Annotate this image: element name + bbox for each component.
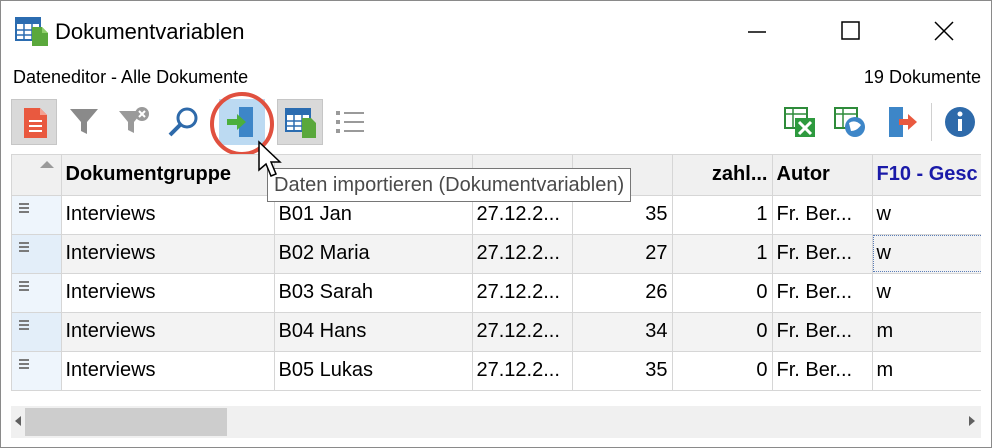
info-button[interactable] xyxy=(937,99,983,145)
table-cell[interactable]: 1 xyxy=(672,234,773,274)
document-count-label: 19 Dokumente xyxy=(863,67,981,87)
row-handle-icon xyxy=(19,241,29,254)
import-tooltip: Daten importieren (Dokumentvariablen) xyxy=(267,168,632,202)
filter-button[interactable] xyxy=(61,99,107,145)
table-cell[interactable]: Fr. Ber... xyxy=(772,351,873,391)
table-cell[interactable]: 34 xyxy=(572,312,673,352)
table-cell[interactable]: 27 xyxy=(572,234,673,274)
row-handle[interactable] xyxy=(12,195,62,235)
document-variables-table-button[interactable] xyxy=(277,99,323,145)
table-cell[interactable]: Fr. Ber... xyxy=(772,195,873,235)
document-list-icon xyxy=(24,108,47,138)
info-bar: Dateneditor - Alle Dokumente 19 Dokument… xyxy=(1,63,991,91)
table-row[interactable]: Interviews B03 Sarah 27.12.2... 26 0 Fr.… xyxy=(12,273,981,313)
info-icon xyxy=(945,107,975,137)
table-cell[interactable]: m xyxy=(872,312,981,352)
column-header[interactable]: Dokumentgruppe xyxy=(61,155,275,196)
table-cell[interactable]: Interviews xyxy=(61,195,275,235)
list-icon xyxy=(336,111,364,133)
title-bar: Dokumentvariablen xyxy=(1,1,991,61)
maximize-button[interactable] xyxy=(819,1,883,61)
row-selector-header[interactable] xyxy=(12,155,62,196)
row-handle-icon xyxy=(19,358,29,371)
row-handle[interactable] xyxy=(12,234,62,274)
table-cell[interactable]: Interviews xyxy=(61,312,275,352)
table-cell[interactable]: 1 xyxy=(672,195,773,235)
web-export-icon xyxy=(834,107,865,137)
table-cell[interactable]: Fr. Ber... xyxy=(772,234,873,274)
table-cell[interactable]: B05 Lukas xyxy=(274,351,473,391)
row-handle[interactable] xyxy=(12,351,62,391)
excel-export-icon xyxy=(784,107,815,137)
table-cell[interactable]: w xyxy=(872,195,981,235)
table-variables-icon xyxy=(285,108,316,138)
mouse-pointer-icon xyxy=(257,140,287,180)
scrollbar-thumb[interactable] xyxy=(25,408,227,436)
table-cell[interactable]: 27.12.2... xyxy=(472,351,573,391)
toolbar-separator xyxy=(931,103,932,141)
table-cell[interactable]: B02 Maria xyxy=(274,234,473,274)
table-cell[interactable]: Fr. Ber... xyxy=(772,273,873,313)
clear-filter-button[interactable] xyxy=(111,99,157,145)
table-cell[interactable]: Interviews xyxy=(61,273,275,313)
row-handle[interactable] xyxy=(12,273,62,313)
table-cell[interactable]: 0 xyxy=(672,312,773,352)
web-export-button[interactable] xyxy=(827,99,873,145)
table-cell[interactable]: w xyxy=(872,234,981,274)
table-cell[interactable]: 0 xyxy=(672,273,773,313)
document-list-button[interactable] xyxy=(11,99,57,145)
table-row[interactable]: Interviews B05 Lukas 27.12.2... 35 0 Fr.… xyxy=(12,351,981,391)
table-cell[interactable]: 27.12.2... xyxy=(472,312,573,352)
table-cell[interactable]: B03 Sarah xyxy=(274,273,473,313)
toolbar xyxy=(1,93,991,151)
table-cell[interactable]: 0 xyxy=(672,351,773,391)
table-cell[interactable]: 35 xyxy=(572,351,673,391)
filter-icon xyxy=(70,109,98,134)
row-handle-icon xyxy=(19,280,29,293)
minimize-button[interactable] xyxy=(726,1,790,61)
editor-scope-label: Dateneditor - Alle Dokumente xyxy=(13,67,249,87)
row-handle-icon xyxy=(19,202,29,215)
table-cell[interactable]: B04 Hans xyxy=(274,312,473,352)
column-header[interactable]: zahl... xyxy=(672,155,773,196)
list-view-button[interactable] xyxy=(327,99,373,145)
table-row[interactable]: Interviews B02 Maria 27.12.2... 27 1 Fr.… xyxy=(12,234,981,274)
scroll-left-icon[interactable] xyxy=(15,416,21,426)
search-icon xyxy=(168,107,198,137)
column-header[interactable]: Autor xyxy=(772,155,873,196)
clear-filter-icon xyxy=(119,107,149,133)
search-button[interactable] xyxy=(161,99,207,145)
row-handle[interactable] xyxy=(12,312,62,352)
table-cell[interactable]: 27.12.2... xyxy=(472,234,573,274)
sort-ascending-icon xyxy=(40,161,54,168)
close-button[interactable] xyxy=(912,1,976,61)
row-handle-icon xyxy=(19,319,29,332)
table-cell[interactable]: 27.12.2... xyxy=(472,273,573,313)
window-title: Dokumentvariablen xyxy=(55,19,245,44)
export-button[interactable] xyxy=(879,99,925,145)
table-cell[interactable]: 26 xyxy=(572,273,673,313)
table-cell[interactable]: Fr. Ber... xyxy=(772,312,873,352)
export-icon xyxy=(889,107,917,137)
column-header[interactable]: F10 - Gesc xyxy=(872,155,981,196)
table-cell[interactable]: Interviews xyxy=(61,351,275,391)
dokumentvariablen-window: Dokumentvariablen Dateneditor - Alle Dok… xyxy=(0,0,992,448)
table-cell[interactable]: m xyxy=(872,351,981,391)
table-cell[interactable]: Interviews xyxy=(61,234,275,274)
excel-export-button[interactable] xyxy=(777,99,823,145)
minimize-icon xyxy=(748,31,766,33)
scroll-right-icon[interactable] xyxy=(969,416,975,426)
horizontal-scrollbar[interactable] xyxy=(11,406,981,438)
close-icon xyxy=(934,21,954,41)
table-row[interactable]: Interviews B04 Hans 27.12.2... 34 0 Fr. … xyxy=(12,312,981,352)
maximize-icon xyxy=(841,21,860,40)
table-document-icon xyxy=(15,17,49,47)
table-cell[interactable]: w xyxy=(872,273,981,313)
